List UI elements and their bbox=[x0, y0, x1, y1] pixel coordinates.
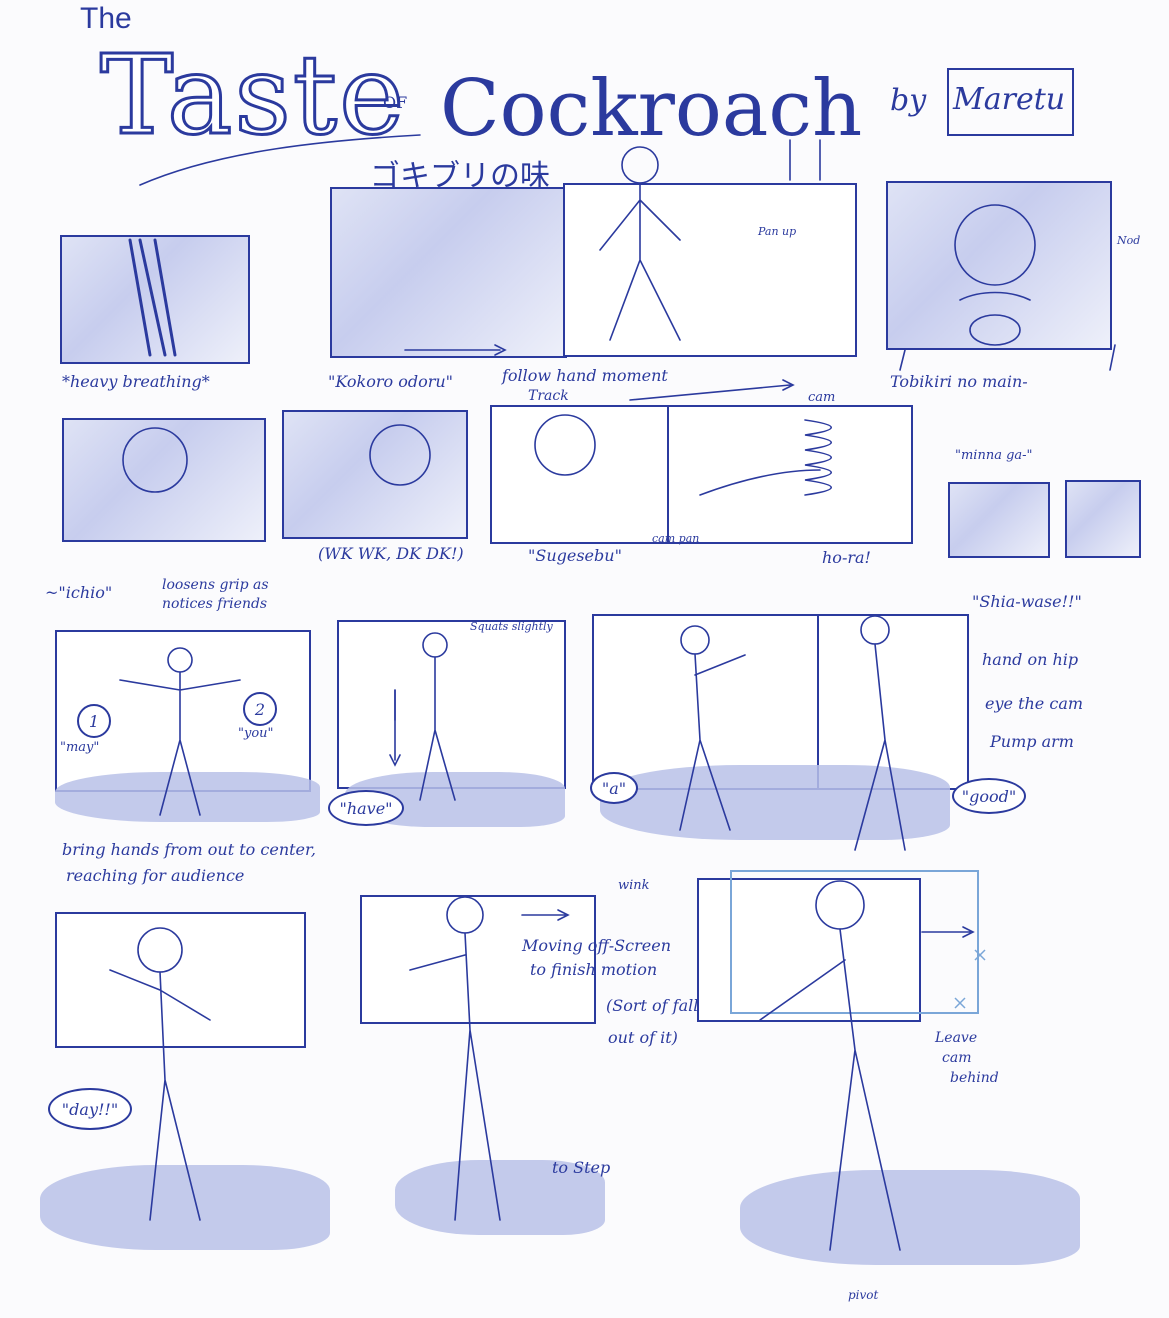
note-hand-on-hip: hand on hip bbox=[982, 650, 1079, 669]
floor-shadow bbox=[40, 1165, 330, 1250]
caption-track: Track bbox=[528, 388, 569, 404]
camera-frame bbox=[730, 870, 979, 1014]
note-moving-offscreen: Moving off-Screen bbox=[522, 936, 671, 955]
floor-shadow bbox=[740, 1170, 1080, 1265]
note-cam-pan: cam pan bbox=[652, 532, 700, 545]
by-label: by bbox=[890, 83, 927, 118]
panel-1-2 bbox=[330, 187, 567, 358]
note-sort-of-fall: (Sort of fall bbox=[606, 996, 699, 1015]
caption-notices: notices friends bbox=[162, 596, 268, 612]
title-of: OF bbox=[383, 93, 408, 112]
panel-2-5 bbox=[948, 482, 1050, 558]
storyboard-page: The Taste OF Cockroach ゴキブリの味 by Maretu … bbox=[0, 0, 1169, 1318]
panel-2-6 bbox=[1065, 480, 1141, 558]
panel-2-2 bbox=[282, 410, 468, 539]
word-you: "you" bbox=[238, 726, 274, 741]
caption-heavy-breathing: *heavy breathing* bbox=[62, 372, 210, 391]
note-leave: Leave bbox=[935, 1030, 978, 1046]
note-out-of-it: out of it) bbox=[608, 1028, 678, 1047]
bubble-day: "day!!" bbox=[48, 1088, 132, 1130]
panel-2-1 bbox=[62, 418, 266, 542]
caption-sugesebu: "Sugesebu" bbox=[528, 546, 622, 565]
caption-bring-hands: bring hands from out to center, bbox=[62, 840, 316, 859]
author-name: Maretu bbox=[953, 82, 1066, 117]
caption-loosens: loosens grip as bbox=[162, 577, 269, 593]
caption-reaching: reaching for audience bbox=[66, 866, 245, 885]
floor-shadow bbox=[600, 765, 950, 840]
panel-3-2 bbox=[337, 620, 566, 789]
note-cam: cam bbox=[808, 390, 836, 405]
caption-hora: ho-ra! bbox=[822, 548, 871, 567]
panel-3-3 bbox=[592, 614, 821, 790]
title-the: The bbox=[80, 2, 132, 35]
note-nod: Nod bbox=[1117, 234, 1141, 247]
note-behind: behind bbox=[950, 1070, 999, 1086]
caption-shiawase: "Shia-wase!!" bbox=[972, 592, 1082, 611]
panel-3-4 bbox=[817, 614, 969, 790]
note-pivot: pivot bbox=[848, 1288, 879, 1302]
caption-wk-wk: (WK WK, DK DK!) bbox=[318, 544, 464, 563]
caption-follow-hand: follow hand moment bbox=[502, 366, 668, 385]
note-eye-cam: eye the cam bbox=[985, 694, 1084, 713]
caption-tobikiri: Tobikiri no main- bbox=[890, 372, 1028, 391]
note-pump-arm: Pump arm bbox=[990, 732, 1074, 751]
panel-1-3 bbox=[563, 183, 857, 357]
panel-1-1 bbox=[60, 235, 250, 364]
caption-minna-ga: "minna ga-" bbox=[955, 448, 1033, 463]
note-squats: Squats slightly bbox=[470, 620, 553, 633]
bubble-a: "a" bbox=[590, 772, 638, 804]
note-cam: cam bbox=[942, 1050, 972, 1066]
floor-shadow bbox=[55, 772, 320, 822]
panel-2-3 bbox=[490, 405, 671, 544]
panel-4-1 bbox=[55, 912, 306, 1048]
note-wink: wink bbox=[618, 878, 650, 893]
bubble-good: "good" bbox=[952, 778, 1026, 814]
note-pan-up: Pan up bbox=[758, 225, 797, 238]
note-to-step: to Step bbox=[552, 1158, 611, 1177]
word-may: "may" bbox=[60, 740, 100, 755]
caption-ichio: ~"ichio" bbox=[45, 583, 113, 602]
number-one-circle: 1 bbox=[77, 704, 111, 738]
panel-1-4 bbox=[886, 181, 1112, 350]
note-finish-motion: to finish motion bbox=[530, 960, 658, 979]
panel-2-4 bbox=[667, 405, 913, 544]
title-taste: Taste bbox=[98, 31, 407, 159]
number-two-circle: 2 bbox=[243, 692, 277, 726]
caption-kokoro-odoru: "Kokoro odoru" bbox=[328, 372, 454, 391]
bubble-have: "have" bbox=[328, 790, 404, 826]
title-cockroach: Cockroach bbox=[440, 64, 863, 154]
